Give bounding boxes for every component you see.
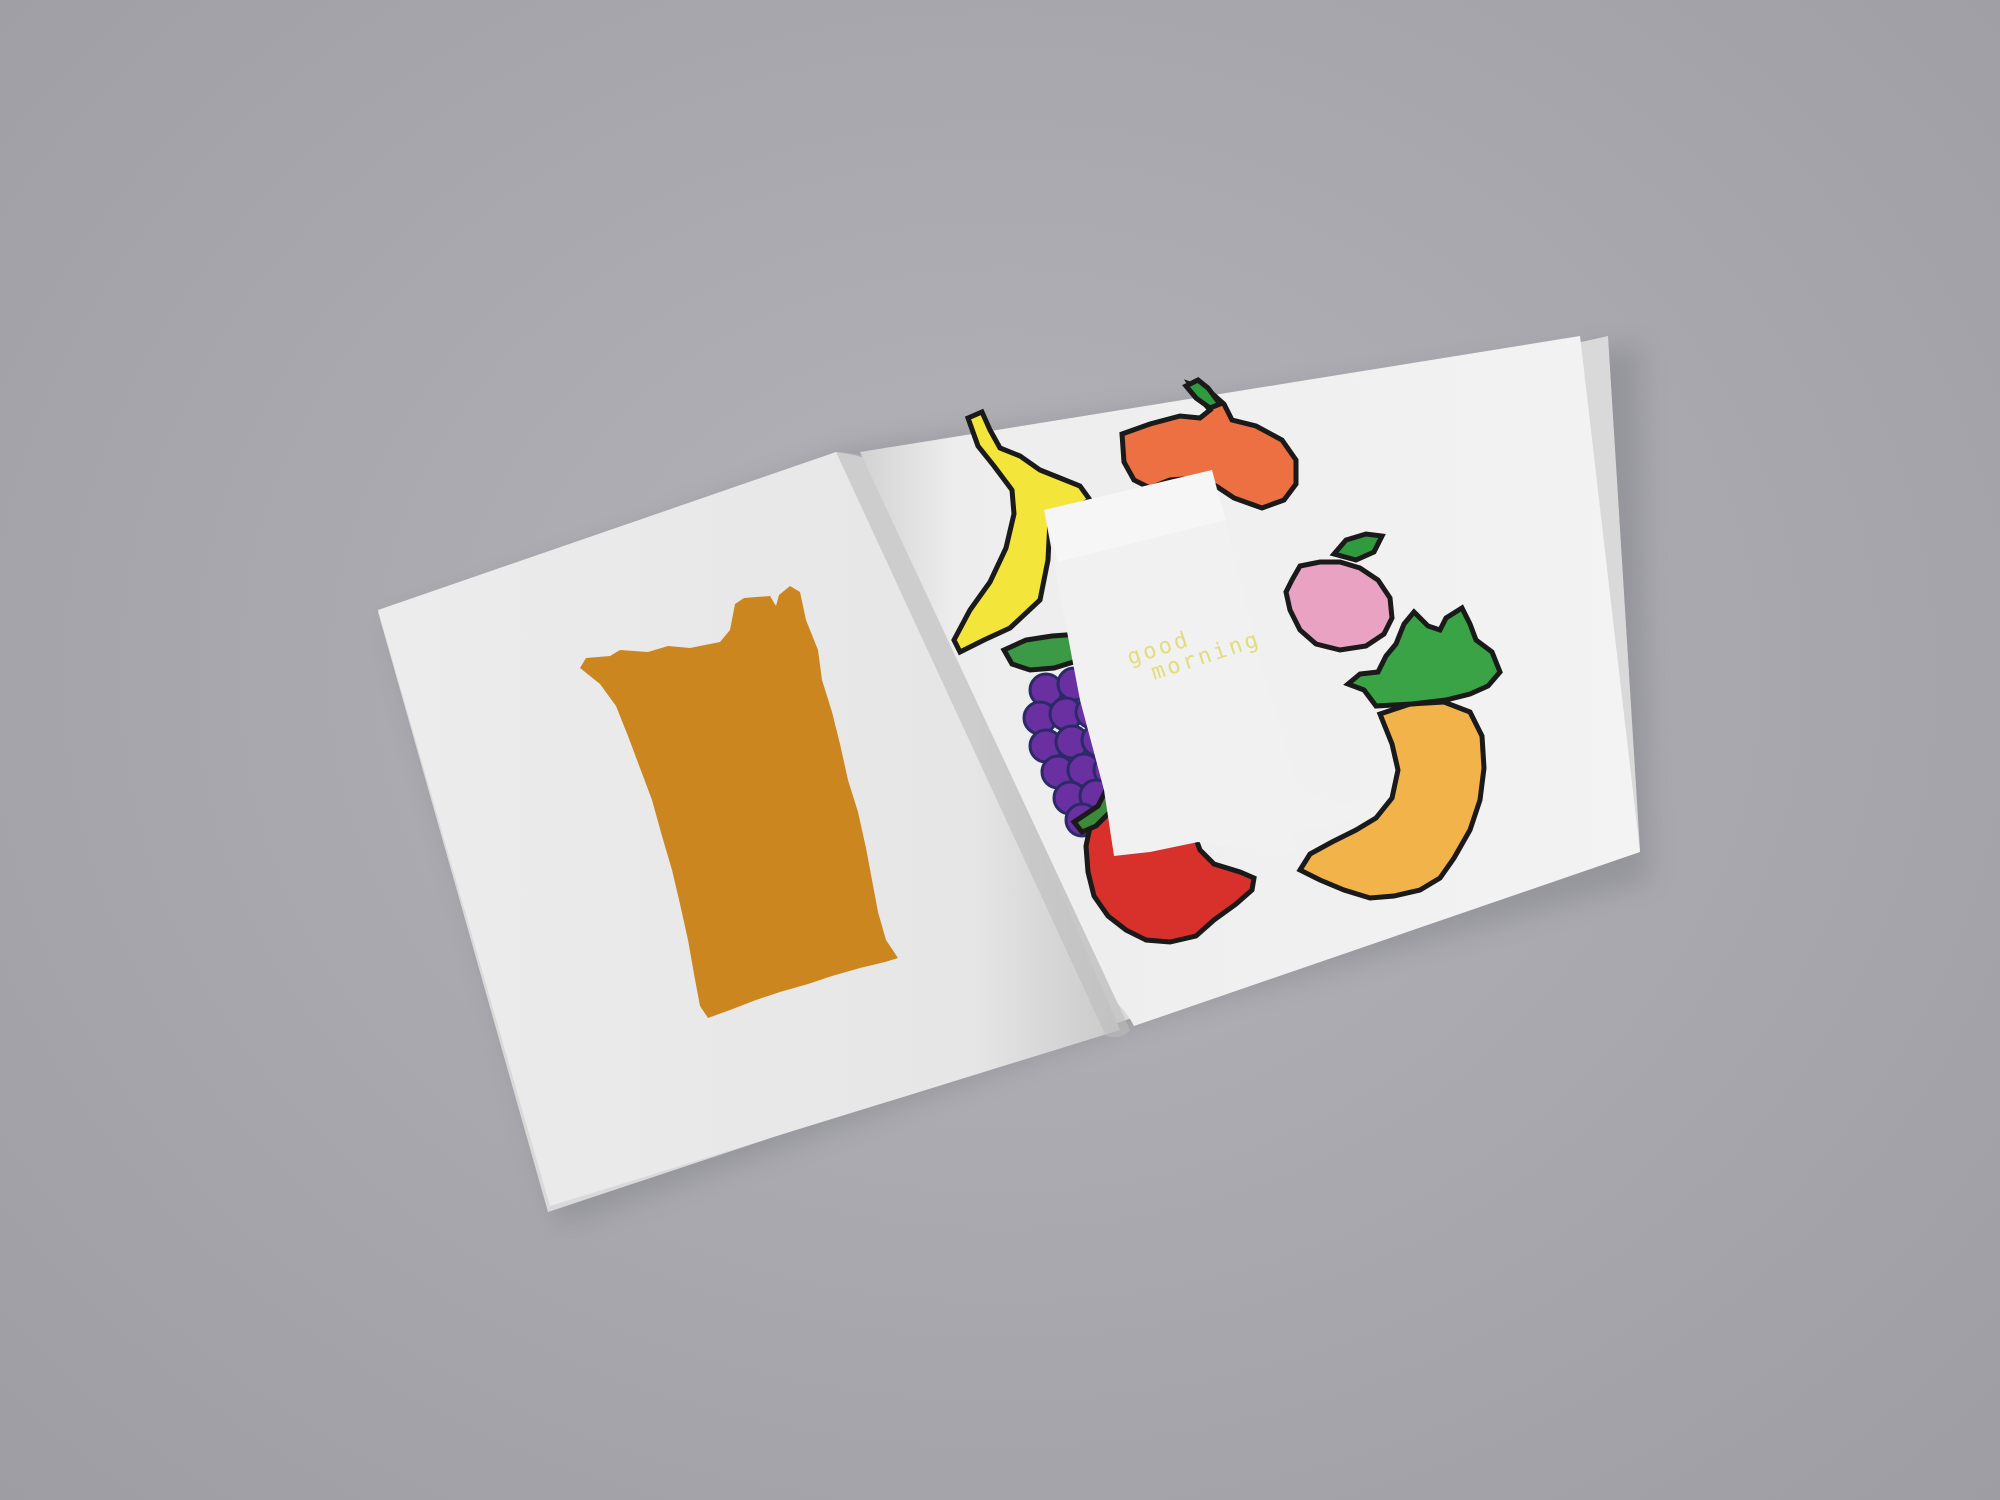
magazine-mockup-scene: good morning [378, 336, 1650, 1225]
